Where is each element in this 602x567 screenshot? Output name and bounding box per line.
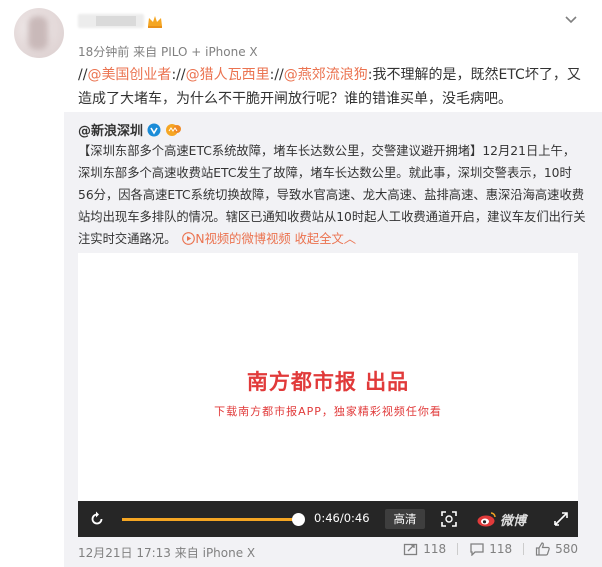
progress-knob[interactable] (292, 513, 305, 526)
thumbs-up-icon (535, 542, 550, 556)
member-crown-icon[interactable] (146, 13, 164, 29)
video-link[interactable]: N视频的微博视频 (176, 232, 291, 246)
progress-bar[interactable] (122, 513, 305, 526)
player-controls: 0:46/0:46 高清 微博 (78, 501, 578, 537)
progress-fill (122, 518, 298, 521)
weibo-post: 18分钟前 来自 PILO + iPhone X //@美国创业者://@猎人瓦… (0, 0, 602, 567)
replay-icon[interactable] (88, 510, 106, 528)
member-crown-icon[interactable] (165, 123, 183, 137)
chevron-down-icon[interactable] (562, 10, 580, 28)
fullscreen-icon[interactable] (552, 510, 570, 528)
video-brand-subtitle: 下载南方都市报APP，独家精彩视频任你看 (214, 405, 442, 418)
original-author-name[interactable]: @新浪深圳 (78, 120, 143, 139)
divider (523, 543, 525, 555)
video-brand-title: 南方都市报 出品 (246, 370, 410, 394)
avatar[interactable] (14, 8, 64, 58)
collapse-link[interactable]: 收起全文︿ (295, 232, 357, 246)
source-prefix: 来自 (174, 546, 199, 560)
video-player[interactable]: 南方都市报 出品 下载南方都市报APP，独家精彩视频任你看 0:46/0:46 … (78, 253, 578, 537)
collapse-label: 收起全文 (294, 232, 344, 246)
source-prefix: 来自 (133, 45, 158, 59)
forward-button[interactable]: 118 (403, 542, 446, 556)
engagement-stats: 118 118 580 (403, 542, 578, 556)
weibo-logo-text: 微博 (500, 513, 527, 529)
comment-button[interactable]: 118 (469, 542, 512, 556)
quality-button[interactable]: 高清 (385, 509, 425, 529)
like-count: 580 (555, 542, 578, 556)
post-source: PILO + iPhone X (160, 45, 258, 59)
repost-separator: // (176, 67, 186, 83)
original-author: @新浪深圳 (78, 120, 183, 139)
weibo-logo: 微博 (476, 509, 526, 529)
verified-icon[interactable] (147, 123, 161, 137)
original-text: 【深圳东部多个高速ETC系统故障，堵车长达数公里，交警建议避开拥堵】12月21日… (78, 140, 586, 250)
repost-comment: //@美国创业者://@猎人瓦西里://@燕郊流浪狗:我不理解的是，既然ETC坏… (78, 63, 588, 111)
forward-count: 118 (423, 542, 447, 556)
video-time: 0:46/0:46 (314, 511, 370, 525)
screenshot-icon[interactable] (440, 510, 458, 528)
forward-icon (404, 543, 418, 556)
divider (457, 543, 459, 555)
mention-link[interactable]: @猎人瓦西里 (186, 67, 270, 83)
comment-icon (470, 543, 484, 556)
post-time[interactable]: 18分钟前 (78, 45, 129, 59)
mention-link[interactable]: @燕郊流浪狗 (284, 67, 368, 83)
like-button[interactable]: 580 (535, 542, 578, 556)
collapse-arrow: ︿ (343, 232, 357, 246)
video-play-icon (182, 232, 196, 245)
video-link-label: N视频的微博视频 (195, 232, 291, 246)
original-body: 【深圳东部多个高速ETC系统故障，堵车长达数公里，交警建议避开拥堵】12月21日… (78, 144, 586, 246)
username-blurred-inner (96, 16, 136, 26)
mention-link[interactable]: @美国创业者 (87, 67, 171, 83)
original-source: iPhone X (202, 546, 256, 560)
comment-count: 118 (489, 542, 513, 556)
repost-separator: // (274, 67, 284, 83)
original-meta: 12月21日 17:13 来自 iPhone X (78, 544, 255, 561)
post-meta: 18分钟前 来自 PILO + iPhone X (78, 43, 258, 60)
weibo-eye-icon (477, 512, 496, 527)
original-date[interactable]: 12月21日 17:13 (78, 546, 171, 560)
